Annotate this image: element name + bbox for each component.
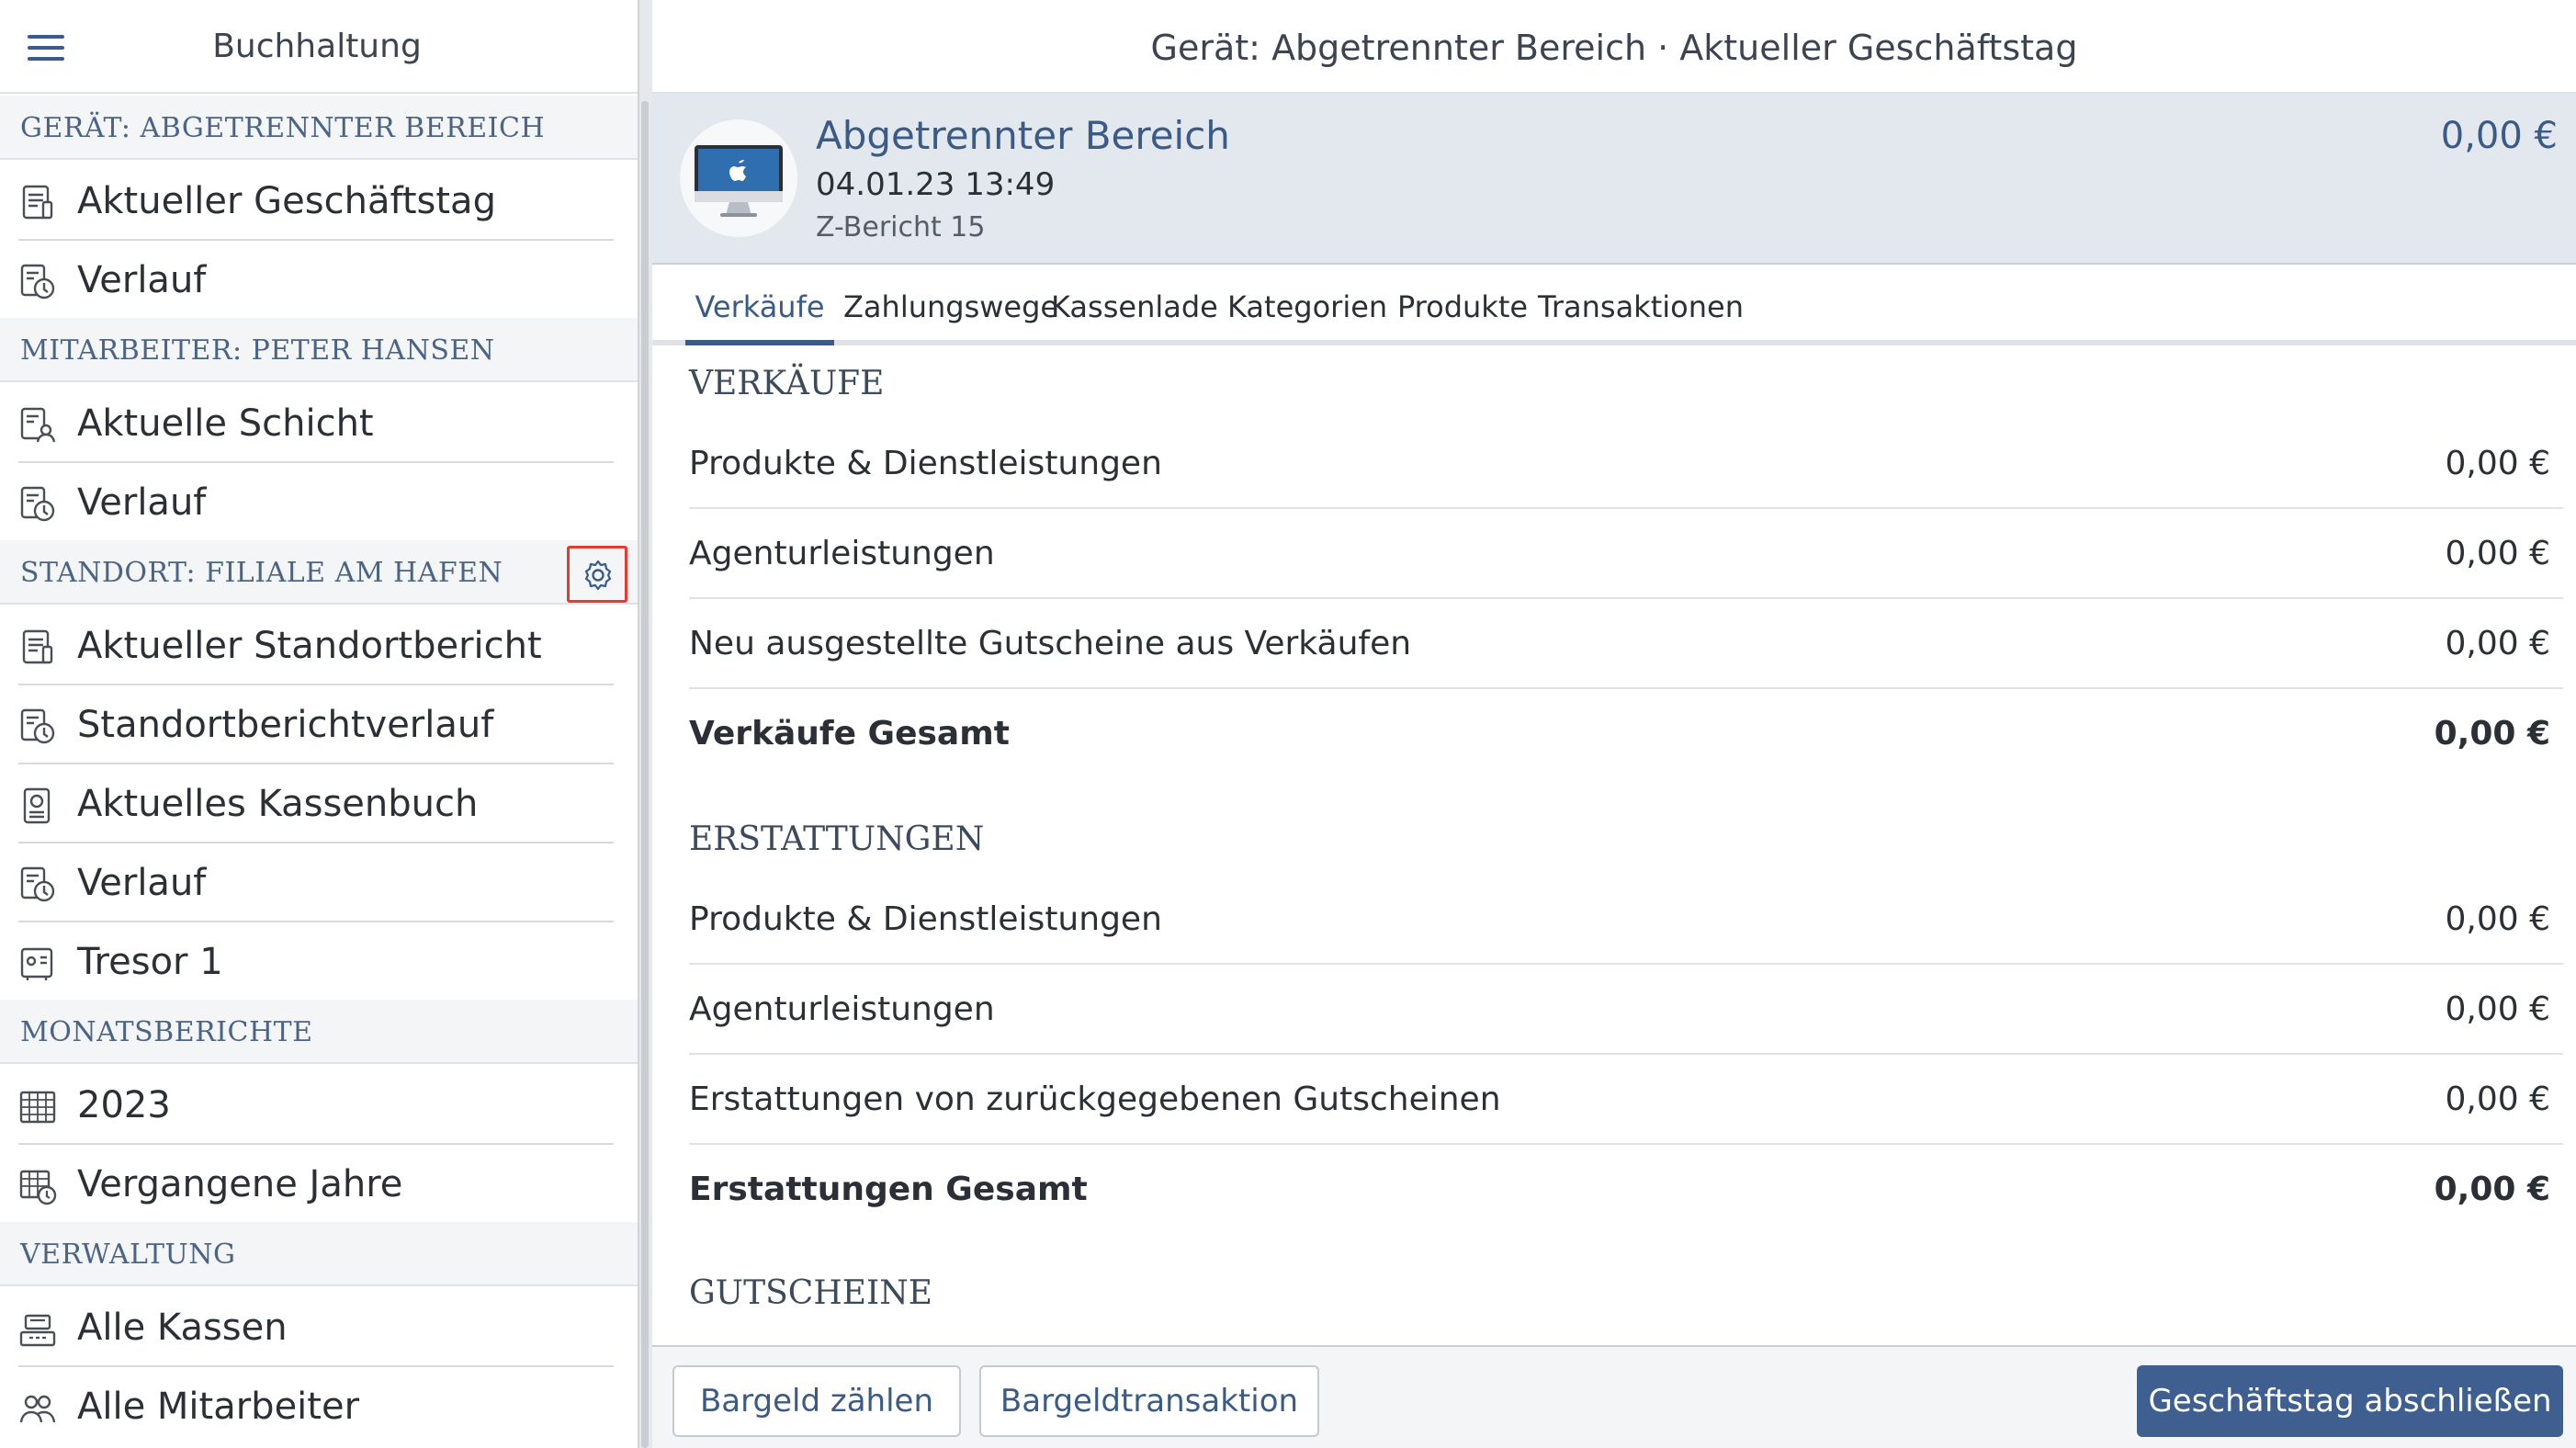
table-row: Produkte & Dienstleistungen 0,00 € <box>689 875 2563 965</box>
gear-icon <box>584 560 612 591</box>
sidebar-item-cashbook-history[interactable]: Verlauf <box>0 843 638 922</box>
hamburger-menu-icon[interactable] <box>18 20 73 75</box>
table-row: Agenturleistungen 0,00 € <box>689 965 2563 1055</box>
imac-icon <box>695 145 783 217</box>
section-header-monthly-reports: Monatsberichte <box>0 1000 638 1064</box>
sidebar-item-all-employees[interactable]: Alle Mitarbeiter <box>0 1367 638 1446</box>
sidebar-item-current-shift[interactable]: Aktuelle Schicht <box>0 384 638 463</box>
safe-icon <box>20 947 53 980</box>
shift-report-icon <box>20 407 56 443</box>
sidebar-item-current-cashbook[interactable]: Aktuelles Kassenbuch <box>0 764 638 843</box>
sidebar-item-safe-1[interactable]: Tresor 1 <box>0 922 638 1001</box>
action-bar: Bargeld zählen Bargeldtransaktion Geschä… <box>652 1345 2576 1448</box>
table-row-total: Erstattungen Gesamt 0,00 € <box>689 1171 2550 1208</box>
device-avatar <box>680 119 797 237</box>
sidebar-item-2023[interactable]: 2023 <box>0 1066 638 1145</box>
sidebar-header: Buchhaltung <box>0 0 638 94</box>
tab-transactions[interactable]: Transaktionen <box>1538 265 1744 345</box>
sidebar-item-current-business-day[interactable]: Aktueller Geschäftstag <box>0 162 638 241</box>
table-row: Erstattungen von zurückgegebenen Gutsche… <box>689 1055 2563 1145</box>
cashbook-icon <box>23 787 51 824</box>
tab-bar: Verkäufe Zahlungswege Kassenlade Kategor… <box>652 265 2576 345</box>
section-header-location: Standort: Filiale am Hafen <box>0 540 638 605</box>
table-row-total: Verkäufe Gesamt 0,00 € <box>689 715 2550 752</box>
section-header-device: Gerät: Abgetrennter Bereich <box>0 96 638 160</box>
top-bar: Gerät: Abgetrennter Bereich · Aktueller … <box>652 0 2576 94</box>
sidebar-scrollbar[interactable] <box>641 101 649 1448</box>
sidebar-item-all-registers[interactable]: Alle Kassen <box>0 1288 638 1367</box>
calendar-icon <box>19 1091 56 1124</box>
sidebar: Buchhaltung Gerät: Abgetrennter Bereich … <box>0 0 638 1448</box>
table-row: Agenturleistungen 0,00 € <box>689 509 2563 599</box>
tab-cash-drawer[interactable]: Kassenlade <box>1051 265 1218 345</box>
report-icon <box>22 629 53 664</box>
sidebar-item-past-years[interactable]: Vergangene Jahre <box>0 1145 638 1224</box>
main-panel: Gerät: Abgetrennter Bereich · Aktueller … <box>652 0 2576 1448</box>
close-business-day-button[interactable]: Geschäftstag abschließen <box>2137 1365 2563 1437</box>
users-icon <box>19 1395 56 1423</box>
page-title: Gerät: Abgetrennter Bereich · Aktueller … <box>1150 28 2078 68</box>
section-header-employee: Mitarbeiter: Peter Hansen <box>0 318 638 382</box>
report-content[interactable]: Verkäufe Produkte & Dienstleistungen 0,0… <box>652 345 2576 1345</box>
table-row: Neu ausgestellte Gutscheine aus Verkäufe… <box>689 599 2563 689</box>
sidebar-item-shift-history[interactable]: Verlauf <box>0 463 638 542</box>
sidebar-item-current-location-report[interactable]: Aktueller Standortbericht <box>0 606 638 685</box>
table-row: Produkte & Dienstleistungen 0,00 € <box>689 419 2563 509</box>
section-title-refunds: Erstattungen <box>689 820 985 858</box>
history-icon <box>20 708 55 744</box>
sidebar-item-location-report-history[interactable]: Standortberichtverlauf <box>0 685 638 764</box>
device-summary-card: Abgetrennter Bereich 04.01.23 13:49 Z-Be… <box>652 94 2576 265</box>
z-report-number: Z-Bericht 15 <box>816 211 986 243</box>
report-icon <box>22 185 53 220</box>
cash-transaction-button[interactable]: Bargeldtransaktion <box>979 1365 1319 1437</box>
section-title-vouchers: Gutscheine <box>689 1274 932 1312</box>
history-icon <box>20 486 55 522</box>
device-total-amount: 0,00 € <box>2440 115 2558 157</box>
tab-categories[interactable]: Kategorien <box>1227 265 1387 345</box>
section-header-administration: Verwaltung <box>0 1222 638 1286</box>
count-cash-button[interactable]: Bargeld zählen <box>672 1365 961 1437</box>
calendar-history-icon <box>19 1170 57 1205</box>
history-icon <box>20 866 55 902</box>
history-icon <box>20 264 55 300</box>
sidebar-title: Buchhaltung <box>212 28 422 65</box>
device-name: Abgetrennter Bereich <box>816 113 1230 158</box>
device-datetime: 04.01.23 13:49 <box>816 166 1056 203</box>
tab-payment-methods[interactable]: Zahlungswege <box>843 265 1058 345</box>
register-icon <box>19 1314 56 1347</box>
sidebar-item-device-history[interactable]: Verlauf <box>0 241 638 320</box>
section-title-sales: Verkäufe <box>689 365 885 402</box>
location-settings-button[interactable] <box>567 546 627 603</box>
tab-products[interactable]: Produkte <box>1396 265 1529 345</box>
tab-sales[interactable]: Verkäufe <box>685 265 834 345</box>
